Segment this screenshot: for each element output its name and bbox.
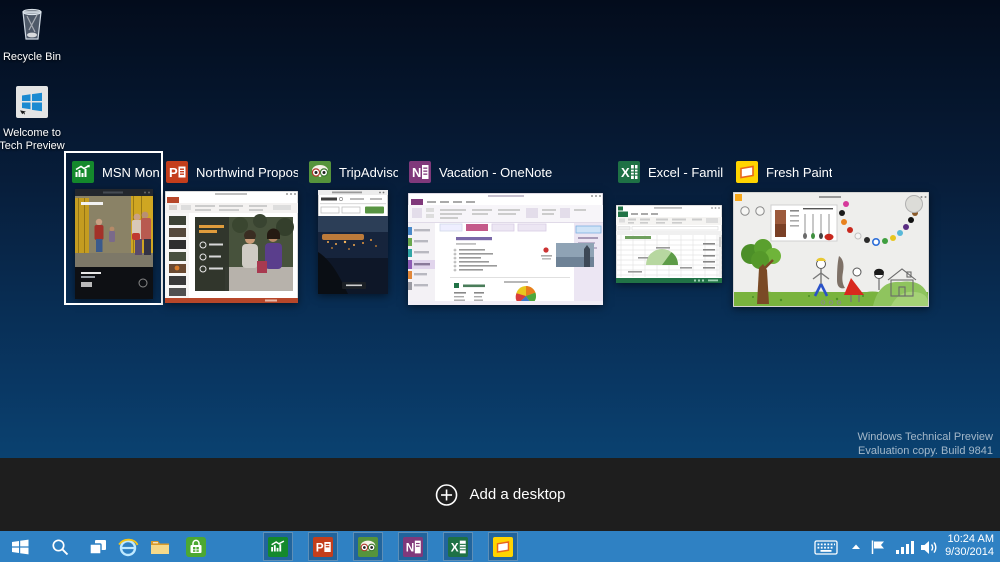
task-view-item-msn-money[interactable]: MSN Mon... [64, 151, 163, 305]
task-item-header: TripAdvisor... [308, 153, 398, 187]
desktop-icon-welcome[interactable]: Welcome to Tech Preview [0, 84, 68, 153]
tripadvisor-window-thumbnail[interactable] [317, 189, 389, 295]
windows-build-watermark: Windows Technical Preview Evaluation cop… [857, 430, 993, 458]
taskbar-tripadvisor-button[interactable] [353, 532, 383, 561]
taskbar-msn-money-button[interactable] [263, 532, 293, 561]
taskbar-powerpoint-button[interactable]: P [308, 532, 338, 561]
add-desktop-label: Add a desktop [469, 486, 566, 503]
task-item-title: Fresh Paint [766, 164, 833, 180]
desktop-icon-recycle-bin[interactable]: Recycle Bin [0, 6, 64, 64]
add-desktop-button[interactable]: Add a desktop [435, 483, 566, 507]
touch-keyboard-icon [814, 539, 838, 555]
msn-money-icon [268, 536, 288, 557]
task-view-item-tripadvisor[interactable]: TripAdvisor... [308, 153, 398, 295]
taskbar-onenote-button[interactable]: N [398, 532, 428, 561]
task-item-title: Vacation - OneNote [439, 164, 553, 180]
search-icon [52, 538, 69, 555]
excel-window-thumbnail[interactable] [615, 204, 723, 284]
action-center-button[interactable] [866, 531, 890, 562]
store-icon [186, 536, 206, 557]
fresh-paint-window-thumbnail[interactable] [732, 191, 930, 308]
fresh-paint-icon [736, 161, 758, 183]
start-icon [12, 539, 29, 554]
touch-keyboard-button[interactable] [810, 531, 842, 562]
add-plus-icon [435, 483, 458, 506]
search-button[interactable] [44, 531, 76, 562]
network-button[interactable] [892, 531, 918, 562]
internet-explorer-button[interactable] [112, 531, 144, 562]
task-item-title: Excel - Family... [648, 164, 723, 180]
powerpoint-icon: P [313, 536, 333, 557]
windows-task-view-screen: Recycle Bin Welcome to Tech Preview MSN … [0, 0, 1000, 562]
watermark-line2: Evaluation copy. Build 9841 [858, 445, 993, 457]
task-item-title: Northwind Proposa... [196, 164, 298, 180]
svg-text:P: P [169, 165, 178, 180]
excel-icon: X [448, 536, 468, 557]
network-signal-icon [896, 540, 914, 554]
excel-icon: X [618, 161, 640, 183]
svg-text:N: N [412, 165, 421, 180]
start-button[interactable] [4, 531, 36, 562]
file-explorer-button[interactable] [144, 531, 176, 562]
volume-button[interactable] [916, 531, 942, 562]
taskbar-fresh-paint-button[interactable] [488, 532, 518, 561]
task-item-title: MSN Mon... [102, 164, 161, 180]
task-view-item-fresh-paint[interactable]: Fresh Paint [732, 153, 930, 308]
desktop-icon-label: Recycle Bin [2, 51, 62, 63]
task-item-title: TripAdvisor... [339, 164, 398, 180]
task-view-bottom-strip: Add a desktop [0, 458, 1000, 531]
task-view-item-onenote[interactable]: N Vacation - OneNote [407, 153, 604, 307]
fresh-paint-icon [493, 536, 513, 557]
tripadvisor-thumbnail-image [317, 189, 389, 295]
tripadvisor-icon [309, 161, 331, 183]
svg-text:N: N [406, 540, 415, 554]
watermark-line1: Windows Technical Preview [857, 431, 993, 443]
store-button[interactable] [180, 531, 212, 562]
fresh-paint-thumbnail-image [732, 191, 930, 308]
task-item-header: P Northwind Proposa... [165, 153, 298, 187]
internet-explorer-icon [118, 538, 139, 556]
powerpoint-window-thumbnail[interactable] [164, 190, 299, 304]
task-item-header: N Vacation - OneNote [408, 153, 603, 187]
clock-date: 9/30/2014 [945, 546, 994, 558]
file-explorer-icon [151, 540, 169, 554]
recycle-bin-icon [0, 6, 64, 48]
welcome-tech-preview-icon [0, 84, 68, 124]
svg-text:P: P [316, 540, 324, 554]
task-view-icon [89, 539, 106, 555]
task-view-button[interactable] [82, 531, 114, 562]
show-hidden-icons-button[interactable] [845, 531, 867, 562]
onenote-icon: N [403, 536, 423, 557]
task-item-header: MSN Mon... [66, 153, 161, 187]
onenote-icon: N [409, 161, 431, 183]
taskbar: P N X 10:24 AM 9/30/2014 [0, 531, 1000, 562]
taskbar-excel-button[interactable]: X [443, 532, 473, 561]
onenote-window-thumbnail[interactable] [407, 192, 604, 307]
msn-money-icon [72, 161, 94, 183]
task-item-header: X Excel - Family... [615, 153, 723, 187]
desktop-icon-label: Welcome to Tech Preview [0, 127, 65, 152]
powerpoint-thumbnail-image [164, 190, 299, 304]
onenote-thumbnail-image [407, 192, 604, 307]
tripadvisor-icon [358, 536, 378, 557]
task-item-header: Fresh Paint [733, 153, 929, 187]
powerpoint-icon: P [166, 161, 188, 183]
task-view-item-excel[interactable]: X Excel - Family... [615, 153, 723, 284]
clock-time: 10:24 AM [947, 533, 994, 545]
chevron-up-icon [852, 544, 860, 549]
task-view-item-powerpoint[interactable]: P Northwind Proposa... [164, 153, 299, 304]
msn-money-window-thumbnail[interactable] [74, 189, 153, 299]
msn-money-thumbnail-image [74, 189, 153, 299]
taskbar-clock[interactable]: 10:24 AM 9/30/2014 [945, 533, 994, 560]
volume-speaker-icon [921, 540, 937, 554]
svg-text:X: X [621, 165, 630, 180]
excel-thumbnail-image [615, 204, 723, 284]
flag-icon [871, 540, 884, 554]
svg-text:X: X [451, 540, 459, 554]
